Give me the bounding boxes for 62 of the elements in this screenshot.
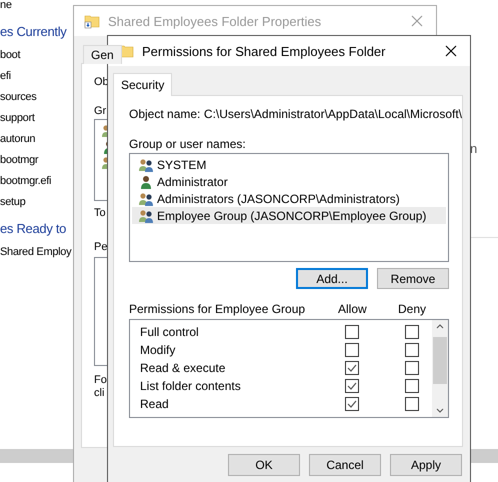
users-icon <box>138 208 154 222</box>
user-list[interactable]: SYSTEM Administrator Administrators (JASONCORP\Administrators) Employee Group (JASONCORP\Employee Group) <box>129 153 449 262</box>
permission-name: Read & execute <box>140 361 226 375</box>
file-name[interactable]: boot <box>0 45 20 66</box>
file-name[interactable]: autorun <box>0 129 36 150</box>
close-icon <box>445 45 457 57</box>
note-text: Fo cli <box>94 374 107 400</box>
users-icon <box>138 158 154 172</box>
column-text: n <box>470 141 478 156</box>
allow-checkbox[interactable] <box>345 379 359 393</box>
ok-button[interactable]: OK <box>228 454 300 476</box>
allow-checkbox[interactable] <box>345 361 359 375</box>
user-list-item[interactable]: Employee Group (JASONCORP\Employee Group) <box>132 207 446 224</box>
deny-checkbox[interactable] <box>405 325 419 339</box>
tab[interactable]: Security <box>113 73 172 96</box>
close-icon <box>411 15 423 27</box>
file-name[interactable]: Shared Employ <box>0 242 72 263</box>
group-heading: es Ready to <box>0 220 66 238</box>
file-name[interactable]: ne <box>0 0 12 16</box>
object-path: C:\Users\Administrator\AppData\Local\Microsoft\ <box>204 107 462 121</box>
permission-name: Full control <box>140 325 200 339</box>
scrollbar[interactable] <box>432 320 448 417</box>
user-list-item[interactable]: Administrator <box>132 173 446 190</box>
deny-checkbox[interactable] <box>405 397 419 411</box>
allow-checkbox[interactable] <box>345 325 359 339</box>
tab[interactable]: Gen <box>83 45 122 64</box>
file-name[interactable]: bootmgr <box>0 150 38 171</box>
group-heading: es Currently <box>0 23 66 41</box>
deny-checkbox[interactable] <box>405 361 419 375</box>
cancel-button[interactable]: Cancel <box>309 454 381 476</box>
field-label: To <box>94 207 106 219</box>
field-label: Gr <box>94 105 106 117</box>
deny-checkbox[interactable] <box>405 379 419 393</box>
field-label: Object name: <box>129 107 202 121</box>
remove-button[interactable]: Remove <box>377 268 449 289</box>
column-header: Deny <box>398 302 428 316</box>
allow-checkbox[interactable] <box>345 343 359 357</box>
field-label: Pe <box>94 241 108 253</box>
file-name[interactable]: setup <box>0 192 26 213</box>
file-name[interactable]: bootmgr.efi <box>0 171 52 192</box>
scroll-down-icon[interactable] <box>436 408 444 414</box>
window-title: Permissions for Shared Employees Folder <box>142 44 386 58</box>
file-name[interactable]: support <box>0 108 35 129</box>
field-label: Group or user names: <box>129 137 247 151</box>
user-list-item[interactable]: Administrators (JASONCORP\Administrators) <box>132 190 446 207</box>
permission-name: List folder contents <box>140 379 242 393</box>
file-name[interactable]: sources <box>0 87 36 108</box>
section-label: Permissions for Employee Group <box>129 302 306 316</box>
window-title: Shared Employees Folder Properties <box>108 14 322 28</box>
user-icon <box>138 174 154 188</box>
file-name[interactable]: efi <box>0 66 11 87</box>
permission-name: Modify <box>140 343 176 357</box>
users-icon <box>138 192 154 206</box>
apply-button[interactable]: Apply <box>390 454 462 476</box>
folder-icon <box>84 13 100 29</box>
add-button[interactable]: Add... <box>296 268 368 289</box>
column-header: Allow <box>338 302 368 316</box>
scroll-up-icon[interactable] <box>436 323 444 329</box>
user-list-item[interactable]: SYSTEM <box>132 156 446 173</box>
permission-name: Read <box>140 397 170 411</box>
allow-checkbox[interactable] <box>345 397 359 411</box>
deny-checkbox[interactable] <box>405 343 419 357</box>
